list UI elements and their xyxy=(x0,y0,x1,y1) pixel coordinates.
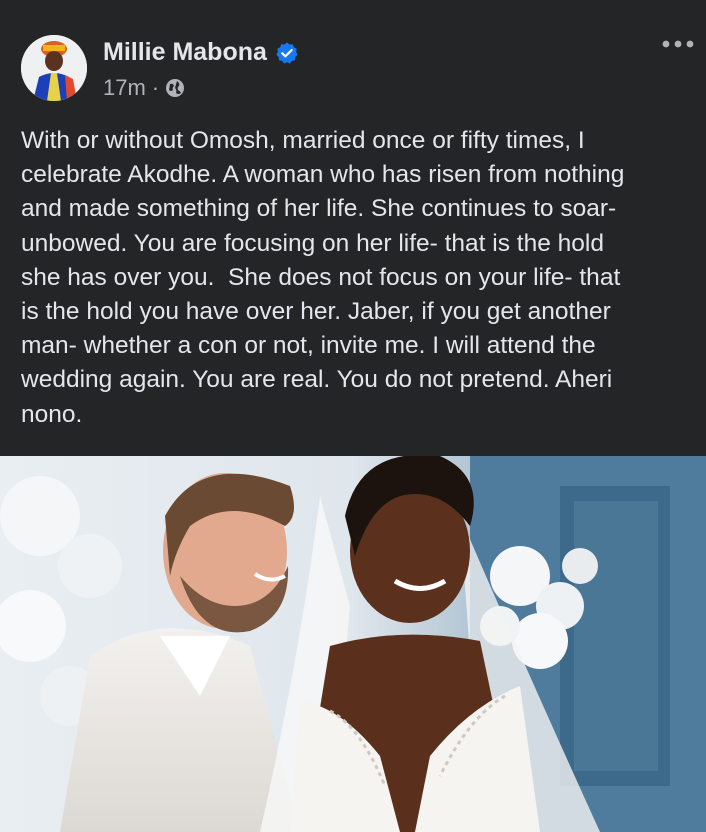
post-body-text: With or without Omosh, married once or f… xyxy=(21,127,625,428)
post-photo[interactable] xyxy=(0,456,706,832)
verified-badge-icon xyxy=(275,41,299,65)
author-name[interactable]: Millie Mabona xyxy=(103,38,267,67)
post-meta: 17m · xyxy=(103,75,185,101)
avatar-image xyxy=(21,35,87,101)
globe-icon xyxy=(165,78,185,98)
wedding-photo-image xyxy=(0,456,706,832)
post-timestamp[interactable]: 17m xyxy=(103,75,146,101)
more-options-icon[interactable] xyxy=(658,30,698,58)
author-avatar[interactable] xyxy=(21,35,87,101)
author-name-row: Millie Mabona xyxy=(103,38,299,67)
post-header: Millie Mabona 17m · xyxy=(0,0,706,120)
meta-separator: · xyxy=(151,75,160,100)
